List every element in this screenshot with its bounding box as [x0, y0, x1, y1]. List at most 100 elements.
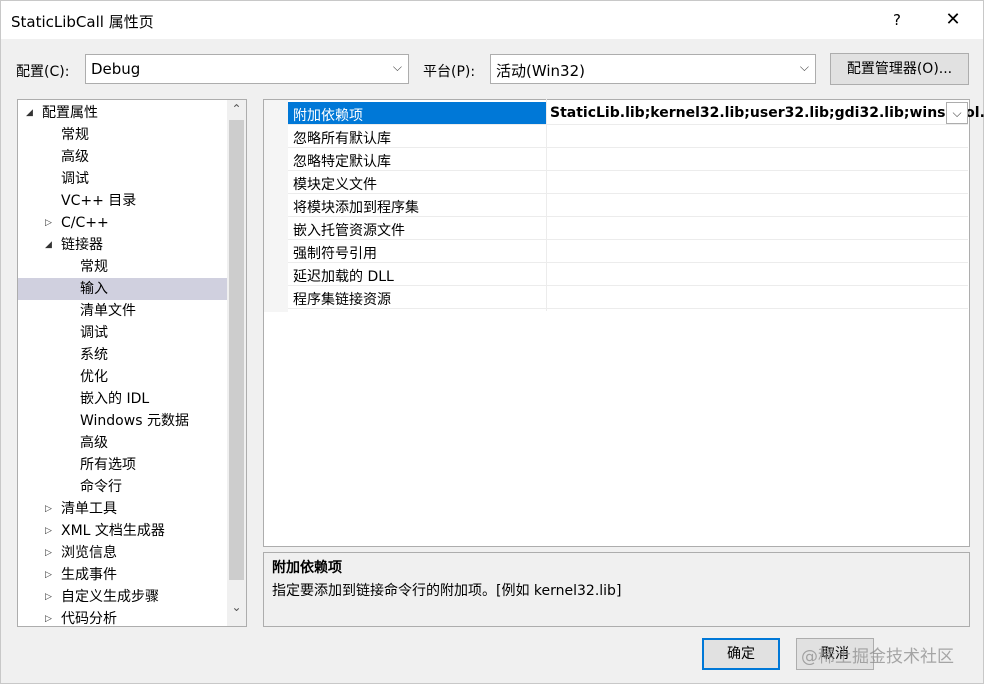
property-name: 附加依赖项 — [293, 108, 363, 124]
tree-scrollbar[interactable]: ⌃ ⌄ — [227, 100, 246, 626]
config-select-value: Debug — [91, 60, 141, 78]
tree-item[interactable]: 高级 — [18, 146, 227, 168]
collapsed-icon[interactable]: ▷ — [45, 608, 52, 626]
help-button[interactable]: ? — [871, 5, 923, 35]
close-button[interactable]: ✕ — [927, 5, 979, 35]
config-select[interactable]: Debug ⌵ — [85, 54, 409, 84]
tree-item-label: 生成事件 — [61, 567, 117, 583]
collapsed-icon[interactable]: ▷ — [45, 564, 52, 586]
config-manager-button[interactable]: 配置管理器(O)... — [830, 53, 969, 85]
tree-item-label: 高级 — [61, 149, 89, 165]
description-text: 指定要添加到链接命令行的附加项。[例如 kernel32.lib] — [272, 583, 622, 599]
scroll-thumb[interactable] — [229, 120, 244, 580]
tree-item[interactable]: 常规 — [18, 124, 227, 146]
grid-column-divider[interactable] — [546, 99, 547, 311]
platform-select-value: 活动(Win32) — [496, 62, 585, 80]
grid-gutter — [264, 100, 288, 312]
tree-item-label: 系统 — [80, 347, 108, 363]
tree-item[interactable]: 嵌入的 IDL — [18, 388, 227, 410]
collapsed-icon[interactable]: ▷ — [45, 212, 52, 234]
expanded-icon[interactable]: ◢ — [26, 102, 33, 124]
property-row[interactable]: 延迟加载的 DLL — [288, 263, 968, 286]
property-name: 忽略特定默认库 — [293, 154, 391, 170]
tree-item[interactable]: 输入 — [18, 278, 227, 300]
tree-item-label: 所有选项 — [80, 457, 136, 473]
platform-label: 平台(P): — [423, 64, 476, 80]
property-grid: 附加依赖项 StaticLib.lib;kernel32.lib;user32.l… — [263, 99, 984, 547]
property-row[interactable]: 模块定义文件 — [288, 171, 968, 194]
tree-item-label: 链接器 — [61, 237, 103, 253]
property-row[interactable]: 嵌入托管资源文件 — [288, 217, 968, 240]
tree-item-label: 清单工具 — [61, 501, 117, 517]
tree-item[interactable]: VC++ 目录 — [18, 190, 227, 212]
tree-item-label: 高级 — [80, 435, 108, 451]
property-row[interactable]: 忽略特定默认库 — [288, 148, 968, 171]
property-name: 延迟加载的 DLL — [293, 269, 394, 285]
tree-item-label: 优化 — [80, 369, 108, 385]
tree-item-label: XML 文档生成器 — [61, 523, 165, 539]
property-name: 忽略所有默认库 — [293, 131, 391, 147]
tree-item[interactable]: ▷ 浏览信息 — [18, 542, 227, 564]
tree-item-label: Windows 元数据 — [80, 413, 189, 429]
tree-item-label: 调试 — [80, 325, 108, 341]
tree-item-label: 配置属性 — [42, 105, 98, 121]
tree-item[interactable]: ▷ 生成事件 — [18, 564, 227, 586]
tree-item-label: 自定义生成步骤 — [61, 589, 159, 605]
description-title: 附加依赖项 — [272, 560, 342, 576]
tree-item-label: 命令行 — [80, 479, 122, 495]
collapsed-icon[interactable]: ▷ — [45, 498, 52, 520]
tree-item[interactable]: 调试 — [18, 322, 227, 344]
property-row[interactable]: 将模块添加到程序集 — [288, 194, 968, 217]
collapsed-icon[interactable]: ▷ — [45, 542, 52, 564]
tree-item-label: 调试 — [61, 171, 89, 187]
tree-item[interactable]: ◢ 配置属性 — [18, 102, 227, 124]
value-dropdown-button[interactable]: ⌵ — [946, 102, 968, 124]
watermark: @稀土掘金技术社区 — [801, 647, 954, 667]
chevron-down-icon: ⌵ — [799, 60, 809, 74]
property-name: 程序集链接资源 — [293, 292, 391, 308]
tree-item[interactable]: ▷ 清单工具 — [18, 498, 227, 520]
tree-item[interactable]: ▷ 自定义生成步骤 — [18, 586, 227, 608]
tree-item[interactable]: 高级 — [18, 432, 227, 454]
tree-item-label: VC++ 目录 — [61, 193, 137, 209]
property-row[interactable]: 忽略所有默认库 — [288, 125, 968, 148]
expanded-icon[interactable]: ◢ — [45, 234, 52, 256]
tree-item[interactable]: 调试 — [18, 168, 227, 190]
tree-item[interactable]: 常规 — [18, 256, 227, 278]
config-label: 配置(C): — [16, 64, 70, 80]
tree-item-label: C/C++ — [61, 215, 109, 231]
collapsed-icon[interactable]: ▷ — [45, 586, 52, 608]
tree-item[interactable]: ▷ 代码分析 — [18, 608, 227, 627]
tree-item-label: 浏览信息 — [61, 545, 117, 561]
property-row[interactable]: 程序集链接资源 — [288, 286, 968, 309]
tree-item[interactable]: Windows 元数据 — [18, 410, 227, 432]
ok-button[interactable]: 确定 — [702, 638, 780, 670]
property-row[interactable]: 附加依赖项 StaticLib.lib;kernel32.lib;user32.l… — [288, 102, 984, 125]
tree-item-label: 清单文件 — [80, 303, 136, 319]
tree-item[interactable]: 优化 — [18, 366, 227, 388]
scroll-up-icon[interactable]: ⌃ — [227, 102, 246, 116]
tree-item-label: 常规 — [61, 127, 89, 143]
tree-item[interactable]: 所有选项 — [18, 454, 227, 476]
chevron-down-icon: ⌵ — [392, 60, 402, 74]
scroll-down-icon[interactable]: ⌄ — [227, 600, 246, 614]
tree-item[interactable]: ▷ XML 文档生成器 — [18, 520, 227, 542]
tree-item-label: 嵌入的 IDL — [80, 391, 150, 407]
collapsed-icon[interactable]: ▷ — [45, 520, 52, 542]
tree-item-label: 代码分析 — [61, 611, 117, 627]
property-value[interactable]: StaticLib.lib;kernel32.lib;user32.lib;gd… — [550, 105, 984, 121]
property-name: 将模块添加到程序集 — [293, 200, 419, 216]
description-panel: 附加依赖项 指定要添加到链接命令行的附加项。[例如 kernel32.lib] — [263, 552, 970, 627]
property-tree: ◢ 配置属性 常规 高级 调试 VC++ 目录 ▷ C/C++ ◢ 链接器 常规 输入 清单文件 调试 系统… — [17, 99, 247, 627]
tree-item[interactable]: ◢ 链接器 — [18, 234, 227, 256]
property-pages-dialog: StaticLibCall 属性页 ? ✕ 配置(C): Debug ⌵ 平台(… — [0, 0, 984, 684]
property-row[interactable]: 强制符号引用 — [288, 240, 968, 263]
title-bar[interactable]: StaticLibCall 属性页 ? ✕ — [1, 1, 983, 39]
tree-item[interactable]: 系统 — [18, 344, 227, 366]
tree-item[interactable]: 清单文件 — [18, 300, 227, 322]
property-name: 模块定义文件 — [293, 177, 377, 193]
property-name: 强制符号引用 — [293, 246, 377, 262]
tree-item[interactable]: 命令行 — [18, 476, 227, 498]
tree-item[interactable]: ▷ C/C++ — [18, 212, 227, 234]
platform-select[interactable]: 活动(Win32) ⌵ — [490, 54, 816, 84]
